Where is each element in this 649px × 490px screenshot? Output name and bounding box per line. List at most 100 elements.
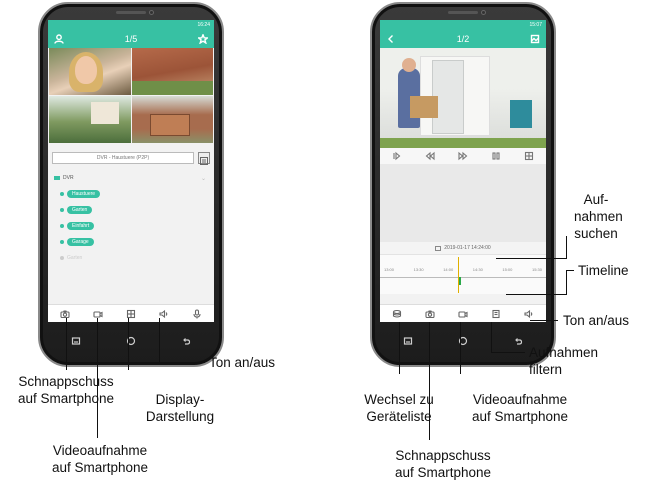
channel-label-inactive: Garten [67, 255, 83, 261]
microphone-icon[interactable] [192, 308, 202, 319]
phone-camera [481, 10, 487, 15]
chevron-down-icon[interactable]: ⌄ [201, 175, 206, 182]
device-selector: DVR - Haustuere (P2P) [52, 151, 210, 165]
channel-item[interactable]: Garten [60, 205, 214, 215]
callout-text: auf Smartphone [17, 391, 115, 406]
channel-item[interactable]: Haustuere [60, 189, 214, 199]
callout-text: Schnappschuss [395, 448, 491, 463]
callout-line-timeline-h [506, 294, 567, 295]
page-indicator: 1/2 [456, 34, 470, 44]
channel-dot [60, 240, 64, 244]
timeline-bar[interactable]: 13:00 13:30 14:00 14:30 15:00 15:30 [380, 254, 546, 294]
playback-controls [380, 148, 546, 164]
phone-speaker [448, 11, 478, 14]
callout-line-sound-v [159, 318, 160, 362]
back-icon[interactable] [181, 336, 191, 346]
callout-line-timeline-v [566, 270, 567, 294]
left-screen: 16:24 1/5 DVR - Haustuere (P2P) DVR ⌄ Hau… [48, 20, 214, 322]
channel-item[interactable]: Garage [60, 237, 214, 247]
callout-sound-right: Ton an/aus [563, 313, 630, 328]
right-phone: 15:07 1/2 2019-01-17 14:24:00 13:00 13:3… [370, 2, 556, 367]
channel-dot [60, 208, 64, 212]
menu-icon[interactable] [403, 336, 413, 346]
left-phone: 16:24 1/5 DVR - Haustuere (P2P) DVR ⌄ Hau… [38, 2, 224, 367]
tick-label: 14:00 [443, 267, 454, 272]
tick-label: 15:00 [502, 267, 513, 272]
image-icon[interactable] [530, 34, 540, 44]
app-header: 1/2 [380, 30, 546, 48]
timeline-cursor[interactable] [458, 257, 459, 293]
filter-icon[interactable] [491, 309, 501, 319]
callout-text: Geräteliste [366, 409, 432, 424]
callout-filter-right: Aufnahmen filtern [529, 344, 598, 378]
callout-text: auf Smartphone [51, 460, 149, 475]
device-tree: DVR ⌄ Haustuere Garten Einfahrt Garage Ga… [54, 173, 214, 263]
app-header: 1/5 [48, 30, 214, 48]
tick-label: 14:30 [472, 267, 483, 272]
channel-dot [60, 256, 64, 260]
camera-view-2[interactable] [131, 48, 213, 95]
user-icon[interactable] [54, 34, 64, 44]
channel-item[interactable]: Einfahrt [60, 221, 214, 231]
menu-icon[interactable] [71, 336, 81, 346]
video-record-icon[interactable] [458, 309, 468, 319]
page-indicator: 1/5 [124, 34, 138, 44]
callout-line-filter-h [491, 352, 525, 353]
camera-icon[interactable] [425, 309, 435, 319]
callout-line-display [128, 318, 129, 370]
channel-label: Garten [67, 206, 93, 214]
camera-view-4[interactable] [131, 96, 213, 143]
back-icon[interactable] [513, 336, 523, 346]
camera-view-1[interactable] [49, 48, 131, 95]
pause-icon[interactable] [491, 151, 501, 161]
star-icon[interactable] [197, 34, 208, 44]
callout-video-right: Videoaufnahme auf Smartphone [458, 391, 582, 425]
callout-timeline-right: Timeline [578, 263, 629, 278]
callout-text: suchen [574, 226, 618, 241]
play-pause-icon[interactable] [392, 151, 402, 161]
tree-root[interactable]: DVR ⌄ [54, 173, 214, 183]
status-time: 15:07 [529, 22, 542, 28]
callout-display-left: Display- Darstellung [125, 391, 235, 425]
callout-text: Darstellung [145, 409, 215, 424]
channel-dot [60, 224, 64, 228]
calendar-icon [435, 245, 442, 251]
device-field[interactable]: DVR - Haustuere (P2P) [52, 152, 194, 164]
rewind-icon[interactable] [425, 151, 435, 161]
channel-item-inactive[interactable]: Garten [60, 253, 214, 263]
speaker-icon[interactable] [159, 309, 169, 319]
callout-text: auf Smartphone [471, 409, 569, 424]
callout-text: Wechsel zu [364, 392, 434, 407]
callout-snapshot-left: Schnappschuss auf Smartphone [6, 373, 126, 407]
channel-dot [60, 192, 64, 196]
callout-line-video-right [460, 322, 461, 374]
callout-text: filtern [529, 362, 563, 377]
callout-text: Auf- [583, 192, 609, 207]
callout-text: Videoaufnahme [472, 392, 568, 407]
channel-label: Haustuere [67, 190, 101, 198]
tick-label: 13:00 [384, 267, 395, 272]
device-list-icon[interactable] [392, 309, 402, 319]
channel-label: Einfahrt [67, 222, 95, 230]
camera-icon[interactable] [60, 309, 70, 319]
device-list-button[interactable] [198, 152, 210, 165]
video-record-icon[interactable] [93, 309, 103, 319]
playback-video[interactable] [380, 48, 546, 148]
tick-label: 15:30 [531, 267, 542, 272]
callout-text: Display- [155, 392, 205, 407]
callout-line-filter-v [491, 322, 492, 352]
date-selector[interactable]: 2019-01-17 14:24:00 [380, 242, 546, 254]
callout-line-snapshot [66, 318, 67, 370]
camera-view-3[interactable] [49, 96, 131, 143]
fast-forward-icon[interactable] [458, 151, 468, 161]
android-nav-bar [48, 326, 214, 356]
grid-layout-icon[interactable] [126, 309, 136, 319]
layout-icon[interactable] [524, 151, 534, 161]
callout-line-search-h [496, 258, 567, 259]
speaker-icon[interactable] [524, 309, 534, 319]
tree-root-label: DVR [63, 175, 74, 181]
callout-text: Aufnahmen [529, 345, 599, 360]
callout-text: Videoaufnahme [52, 443, 148, 458]
back-arrow-icon[interactable] [386, 34, 396, 44]
callout-line-timeline-top [566, 270, 574, 271]
